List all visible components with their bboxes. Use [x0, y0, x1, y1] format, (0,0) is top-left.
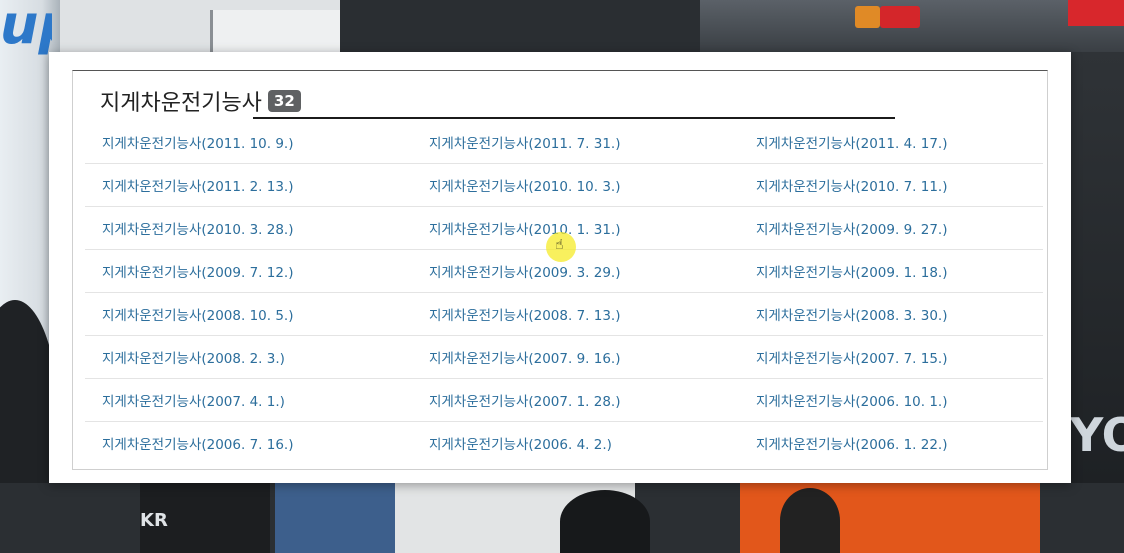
- link-row: 지게차운전기능사(2007. 4. 1.) 지게차운전기능사(2007. 1. …: [85, 379, 1043, 422]
- orange-forklift-wheel-well: [780, 488, 840, 553]
- exam-link[interactable]: 지게차운전기능사(2008. 2. 3.): [85, 347, 412, 367]
- exam-link[interactable]: 지게차운전기능사(2007. 4. 1.): [85, 390, 412, 410]
- forklift-right: [1068, 52, 1124, 553]
- count-badge: 32: [267, 90, 301, 112]
- forklift-lettering: YO: [1070, 408, 1124, 462]
- exam-link[interactable]: 지게차운전기능사(2008. 3. 30.): [739, 304, 1043, 324]
- exam-link[interactable]: 지게차운전기능사(2011. 10. 9.): [85, 132, 412, 152]
- exam-link[interactable]: 지게차운전기능사(2011. 4. 17.): [739, 132, 1043, 152]
- exam-link[interactable]: 지게차운전기능사(2009. 1. 18.): [739, 261, 1043, 281]
- background-window: [210, 10, 343, 52]
- exam-link[interactable]: 지게차운전기능사(2008. 7. 13.): [412, 304, 739, 324]
- exam-link[interactable]: 지게차운전기능사(2010. 3. 28.): [85, 218, 412, 238]
- content-panel: 지게차운전기능사 32 지게차운전기능사(2011. 10. 9.) 지게차운전…: [49, 52, 1071, 483]
- section-title: 지게차운전기능사: [100, 91, 262, 116]
- truck-light-orange: [855, 6, 880, 28]
- exam-link[interactable]: 지게차운전기능사(2006. 10. 1.): [739, 390, 1043, 410]
- exam-link[interactable]: 지게차운전기능사(2006. 4. 2.): [412, 433, 739, 453]
- background-machinery: [340, 0, 700, 52]
- exam-link[interactable]: 지게차운전기능사(2006. 1. 22.): [739, 433, 1043, 453]
- exam-link[interactable]: 지게차운전기능사(2011. 2. 13.): [85, 175, 412, 195]
- forklift-tire: [560, 490, 650, 553]
- exam-link[interactable]: 지게차운전기능사(2009. 3. 29.): [412, 261, 739, 281]
- link-row: 지게차운전기능사(2011. 2. 13.) 지게차운전기능사(2010. 10…: [85, 164, 1043, 207]
- link-row: 지게차운전기능사(2011. 10. 9.) 지게차운전기능사(2011. 7.…: [85, 121, 1043, 164]
- exam-link[interactable]: 지게차운전기능사(2010. 7. 11.): [739, 175, 1043, 195]
- exam-link[interactable]: 지게차운전기능사(2007. 9. 16.): [412, 347, 739, 367]
- exam-link-grid: 지게차운전기능사(2011. 10. 9.) 지게차운전기능사(2011. 7.…: [85, 121, 1043, 464]
- exam-link[interactable]: 지게차운전기능사(2006. 7. 16.): [85, 433, 412, 453]
- tire-brand: KR: [140, 510, 168, 531]
- trailer-logo: upe: [0, 0, 52, 56]
- heading-underline: [253, 117, 895, 119]
- truck-light-red: [880, 6, 920, 28]
- exam-link[interactable]: 지게차운전기능사(2007. 7. 15.): [739, 347, 1043, 367]
- background-person: [275, 483, 395, 553]
- exam-link[interactable]: 지게차운전기능사(2011. 7. 31.): [412, 132, 739, 152]
- exam-link[interactable]: 지게차운전기능사(2008. 10. 5.): [85, 304, 412, 324]
- exam-list-box: 지게차운전기능사 32 지게차운전기능사(2011. 10. 9.) 지게차운전…: [72, 70, 1048, 470]
- exam-link[interactable]: 지게차운전기능사(2009. 9. 27.): [739, 218, 1043, 238]
- link-row: 지게차운전기능사(2006. 7. 16.) 지게차운전기능사(2006. 4.…: [85, 422, 1043, 464]
- exam-link[interactable]: 지게차운전기능사(2010. 10. 3.): [412, 175, 739, 195]
- hand-pointer-icon: ☝: [555, 237, 564, 253]
- section-heading: 지게차운전기능사 32: [100, 85, 301, 117]
- exam-link[interactable]: 지게차운전기능사(2009. 7. 12.): [85, 261, 412, 281]
- link-row: 지게차운전기능사(2008. 10. 5.) 지게차운전기능사(2008. 7.…: [85, 293, 1043, 336]
- truck-light-red-right: [1068, 0, 1124, 26]
- exam-link[interactable]: 지게차운전기능사(2010. 1. 31.): [412, 218, 739, 238]
- link-row: 지게차운전기능사(2008. 2. 3.) 지게차운전기능사(2007. 9. …: [85, 336, 1043, 379]
- exam-link[interactable]: 지게차운전기능사(2007. 1. 28.): [412, 390, 739, 410]
